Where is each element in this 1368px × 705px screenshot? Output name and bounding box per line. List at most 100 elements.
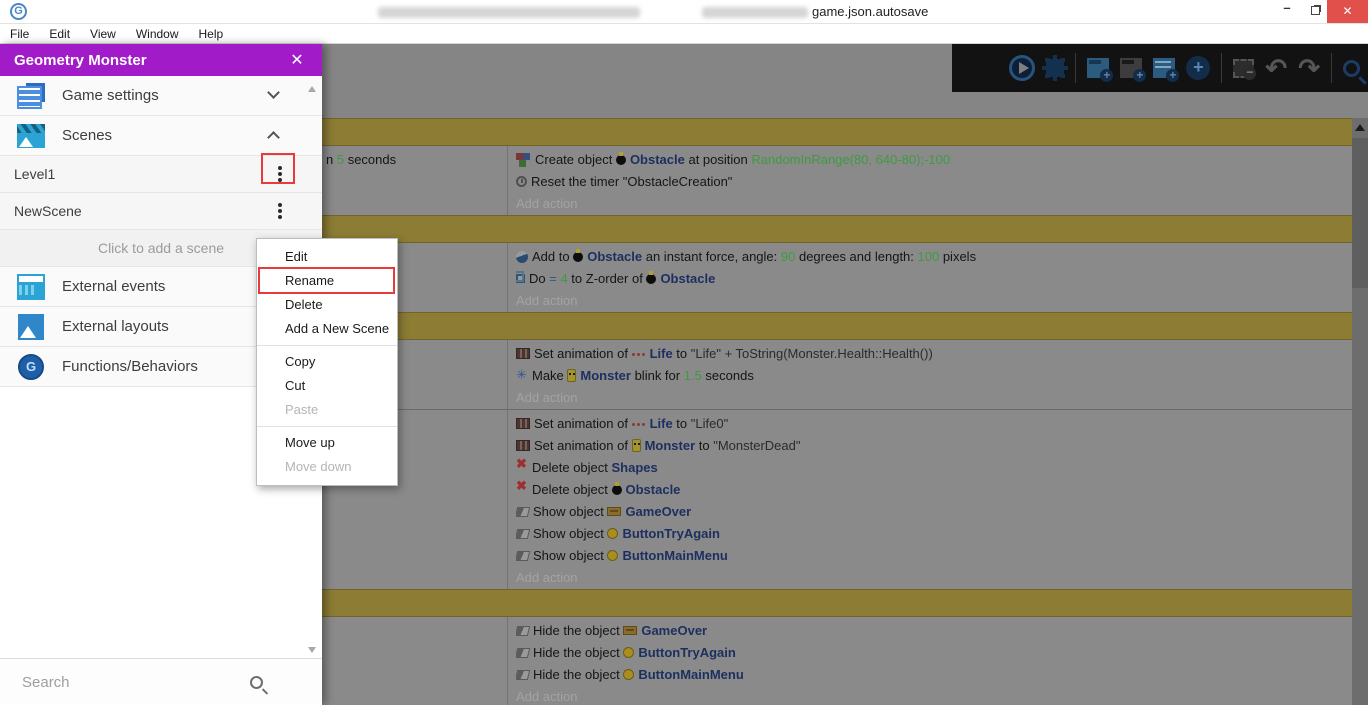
menu-item-rename[interactable]: Rename — [257, 269, 397, 293]
event-action[interactable]: Add to Obstacle an instant force, angle:… — [516, 246, 1352, 268]
event-conditions-cell[interactable] — [322, 617, 508, 705]
events-toolbar: + + + + − ↶ ↷ — [952, 44, 1368, 92]
add-action-button[interactable]: Add action — [516, 193, 1352, 215]
bomb-icon — [573, 252, 583, 262]
scene-item-newscene[interactable]: NewScene — [0, 193, 322, 230]
menu-item-delete[interactable]: Delete — [257, 293, 397, 317]
sidebar-search-bar — [0, 658, 322, 705]
search-events-button[interactable] — [1343, 60, 1360, 77]
scene-item-level1[interactable]: Level1 — [0, 156, 322, 193]
event-group-bar[interactable] — [322, 118, 1352, 146]
event-group-bar[interactable] — [322, 215, 1352, 243]
text-part: "MonsterDead" — [713, 438, 800, 453]
event-actions-cell: Create object Obstacle at position Rando… — [508, 146, 1352, 215]
banner-icon — [623, 626, 637, 635]
vis-icon — [516, 507, 530, 517]
kebab-menu-icon[interactable] — [278, 203, 282, 207]
event-action[interactable]: Show object GameOver — [516, 501, 1352, 523]
scroll-up-arrow-icon[interactable] — [1355, 124, 1365, 131]
text-part: blink for — [631, 368, 684, 383]
event-action[interactable]: Set animation of Monster to "MonsterDead… — [516, 435, 1352, 457]
event-row: Set animation of Life to "Life0"Set anim… — [322, 409, 1352, 589]
text-part: Obstacle — [587, 249, 642, 264]
add-action-button[interactable]: Add action — [516, 387, 1352, 409]
event-action[interactable]: Set animation of Life to "Life" + ToStri… — [516, 343, 1352, 365]
menu-help[interactable]: Help — [189, 27, 234, 41]
menu-item-edit[interactable]: Edit — [257, 245, 397, 269]
menu-item-move-up[interactable]: Move up — [257, 431, 397, 455]
event-action[interactable]: Do = 4 to Z-order of Obstacle — [516, 268, 1352, 290]
event-actions-cell: Set animation of Life to "Life0"Set anim… — [508, 410, 1352, 589]
search-icon — [250, 676, 263, 689]
undo-button[interactable]: ↶ — [1265, 55, 1287, 81]
debug-button[interactable] — [1046, 59, 1064, 77]
add-subevent-button[interactable]: + — [1153, 58, 1175, 78]
add-comment-button[interactable]: + — [1120, 58, 1142, 78]
preview-button[interactable] — [1009, 55, 1035, 81]
event-action[interactable]: Create object Obstacle at position Rando… — [516, 149, 1352, 171]
add-event-button[interactable]: + — [1087, 58, 1109, 78]
menu-file[interactable]: File — [0, 27, 39, 41]
event-action[interactable]: Hide the object GameOver — [516, 620, 1352, 642]
menu-edit[interactable]: Edit — [39, 27, 80, 41]
add-action-button[interactable]: Add action — [516, 567, 1352, 589]
add-action-button[interactable]: Add action — [516, 686, 1352, 705]
scroll-up-arrow-icon[interactable] — [308, 86, 316, 92]
sidebar-item-label: External layouts — [62, 318, 169, 335]
event-action[interactable]: Make Monster blink for 1.5 seconds — [516, 365, 1352, 387]
text-part: Hide the object — [533, 645, 623, 660]
scrollbar-thumb[interactable] — [1352, 138, 1368, 288]
close-panel-button[interactable]: ✕ — [286, 50, 308, 70]
close-button[interactable]: ✕ — [1327, 0, 1368, 23]
menu-view[interactable]: View — [80, 27, 126, 41]
kebab-menu-icon[interactable] — [278, 166, 282, 170]
redo-button[interactable]: ↷ — [1298, 55, 1320, 81]
project-title: Geometry Monster — [14, 52, 286, 69]
chevron-down-icon — [267, 86, 280, 99]
event-action[interactable]: Show object ButtonMainMenu — [516, 545, 1352, 567]
circle-icon — [607, 550, 618, 561]
maximize-icon — [1311, 6, 1320, 15]
menu-item-add-new-scene[interactable]: Add a New Scene — [257, 317, 397, 341]
event-action[interactable]: Delete object Obstacle — [516, 479, 1352, 501]
menu-window[interactable]: Window — [126, 27, 189, 41]
text-part: Hide the object — [533, 623, 623, 638]
sidebar-item-game-settings[interactable]: Game settings — [0, 76, 322, 116]
event-action[interactable]: Hide the object ButtonMainMenu — [516, 664, 1352, 686]
delete-event-button[interactable]: − — [1233, 59, 1254, 78]
scroll-down-arrow-icon[interactable] — [308, 647, 316, 653]
search-input[interactable] — [0, 674, 250, 691]
film-icon — [516, 348, 530, 359]
event-conditions-cell[interactable]: n 5 seconds — [322, 146, 508, 215]
text-part: Life — [650, 346, 673, 361]
minimize-button[interactable]: – — [1270, 0, 1304, 23]
text-part: 90 — [781, 249, 795, 264]
text-part: Delete object — [532, 460, 612, 475]
game-settings-icon — [17, 83, 45, 109]
monster-icon — [632, 439, 641, 452]
banner-icon — [607, 507, 621, 516]
event-action[interactable]: Delete object Shapes — [516, 457, 1352, 479]
menu-item-cut[interactable]: Cut — [257, 374, 397, 398]
events-editor-area: + + + + − ↶ ↷ n 5 seconds Create object O… — [322, 44, 1368, 705]
add-action-button[interactable]: Add action — [516, 290, 1352, 312]
text-part: Reset the timer "ObstacleCreation" — [531, 174, 732, 189]
add-event-circle-button[interactable]: + — [1186, 56, 1210, 80]
plus-icon: + — [1166, 69, 1179, 82]
events-list: n 5 seconds Create object Obstacle at pos… — [322, 118, 1352, 705]
event-action[interactable]: Hide the object ButtonTryAgain — [516, 642, 1352, 664]
events-scrollbar[interactable] — [1352, 118, 1368, 705]
text-part: Add to — [532, 249, 573, 264]
event-action[interactable]: Show object ButtonTryAgain — [516, 523, 1352, 545]
event-group-bar[interactable] — [322, 589, 1352, 617]
menu-item-copy[interactable]: Copy — [257, 350, 397, 374]
event-action[interactable]: Set animation of Life to "Life0" — [516, 413, 1352, 435]
force-icon — [516, 251, 528, 263]
text-part: seconds — [344, 152, 396, 167]
sidebar-item-scenes[interactable]: Scenes — [0, 116, 322, 156]
bomb-icon — [616, 155, 626, 165]
maximize-button[interactable] — [1300, 0, 1330, 23]
sidebar-item-label: Game settings — [62, 87, 159, 104]
event-group-bar[interactable] — [322, 312, 1352, 340]
event-action[interactable]: Reset the timer "ObstacleCreation" — [516, 171, 1352, 193]
